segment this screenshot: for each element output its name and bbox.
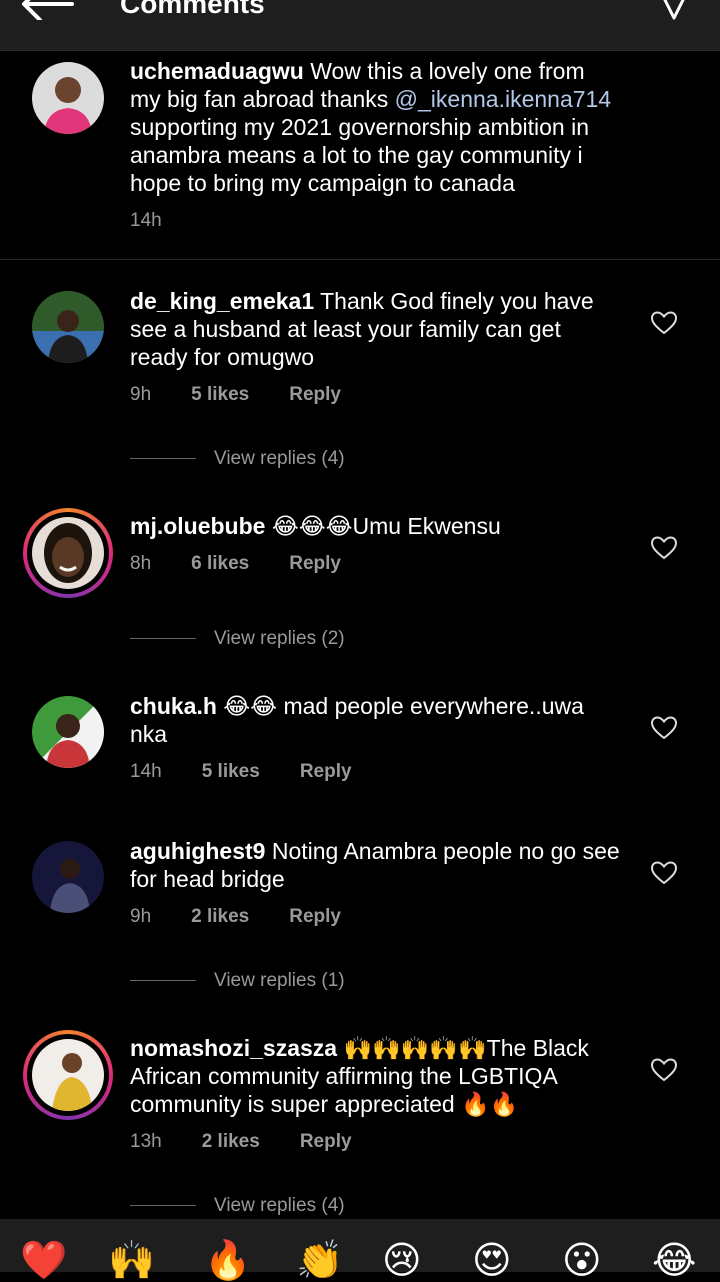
- comment-meta: 14h: [130, 210, 202, 232]
- caption-text: uchemaduagwu Wow this a lovely one from …: [130, 58, 612, 196]
- avatar[interactable]: [32, 841, 104, 913]
- divider: [0, 259, 720, 260]
- replies-line: [130, 458, 196, 460]
- comment-meta: 9h 2 likes Reply: [130, 906, 381, 928]
- replies-line: [130, 1205, 196, 1207]
- emoji-heart-button[interactable]: ❤️: [20, 1241, 67, 1281]
- heart-icon[interactable]: [651, 861, 677, 885]
- mention-link[interactable]: @_ikenna.ikenna714: [395, 86, 611, 112]
- emoji-bar: ❤️ 🙌 🔥 👏 😢 😍 😮 😂: [0, 1219, 720, 1281]
- heart-icon[interactable]: [651, 311, 677, 335]
- heart-icon[interactable]: [651, 1058, 677, 1082]
- heart-icon[interactable]: [651, 536, 677, 560]
- comment-username[interactable]: chuka.h: [130, 693, 217, 719]
- comment-text: de_king_emeka1 Thank God finely you have…: [130, 288, 594, 370]
- emoji-crying-button[interactable]: 😢: [382, 1241, 422, 1281]
- comment-text: aguhighest9 Noting Anambra people no go …: [130, 838, 620, 892]
- heart-icon[interactable]: [651, 716, 677, 740]
- page-title: Comments: [120, 0, 265, 19]
- comment-time: 9h: [130, 906, 152, 927]
- view-replies-button[interactable]: View replies (4): [130, 448, 345, 470]
- emoji-surprised-button[interactable]: 😮: [562, 1241, 602, 1281]
- comment-username[interactable]: de_king_emeka1: [130, 288, 314, 314]
- comment-time: 9h: [130, 384, 152, 405]
- avatar[interactable]: [32, 62, 104, 134]
- story-ring[interactable]: [23, 508, 113, 598]
- comment-username[interactable]: aguhighest9: [130, 838, 265, 864]
- reply-button[interactable]: Reply: [289, 553, 341, 574]
- emoji-fire-button[interactable]: 🔥: [204, 1241, 251, 1281]
- avatar[interactable]: [32, 696, 104, 768]
- comment-meta: 13h 2 likes Reply: [130, 1131, 392, 1153]
- likes-count[interactable]: 6 likes: [191, 553, 249, 574]
- replies-line: [130, 638, 196, 640]
- comment-time: 14h: [130, 761, 162, 782]
- likes-count[interactable]: 2 likes: [191, 906, 249, 927]
- send-icon[interactable]: [658, 0, 692, 27]
- emoji-laughing-button[interactable]: 😂: [652, 1241, 696, 1281]
- comment-time: 13h: [130, 1131, 162, 1152]
- replies-line: [130, 980, 196, 982]
- comment-text: mj.oluebube 😂😂😂Umu Ekwensu: [130, 513, 501, 539]
- emoji-clap-button[interactable]: 👏: [296, 1241, 343, 1281]
- comment-meta: 8h 6 likes Reply: [130, 553, 381, 575]
- likes-count[interactable]: 5 likes: [191, 384, 249, 405]
- comment-text: chuka.h 😂😂 mad people everywhere..uwa nk…: [130, 693, 584, 747]
- view-replies-button[interactable]: View replies (2): [130, 628, 345, 650]
- emoji-raised-hands-button[interactable]: 🙌: [108, 1241, 155, 1281]
- comment-username[interactable]: nomashozi_szasza: [130, 1035, 337, 1061]
- likes-count[interactable]: 2 likes: [202, 1131, 260, 1152]
- comment-username[interactable]: uchemaduagwu: [130, 58, 304, 84]
- comment-meta: 9h 5 likes Reply: [130, 384, 381, 406]
- reply-button[interactable]: Reply: [300, 761, 352, 782]
- avatar[interactable]: [32, 517, 104, 589]
- emoji-heart-eyes-button[interactable]: 😍: [472, 1241, 512, 1281]
- header-bar: Comments: [0, 0, 720, 51]
- avatar[interactable]: [32, 1039, 104, 1111]
- comment-meta: 14h 5 likes Reply: [130, 761, 392, 783]
- avatar[interactable]: [32, 291, 104, 363]
- comment-time: 8h: [130, 553, 152, 574]
- reply-button[interactable]: Reply: [289, 384, 341, 405]
- story-ring[interactable]: [23, 1030, 113, 1120]
- back-arrow-icon[interactable]: [22, 0, 74, 25]
- reply-button[interactable]: Reply: [289, 906, 341, 927]
- view-replies-button[interactable]: View replies (4): [130, 1195, 345, 1217]
- view-replies-button[interactable]: View replies (1): [130, 970, 345, 992]
- likes-count[interactable]: 5 likes: [202, 761, 260, 782]
- comment-time: 14h: [130, 210, 162, 231]
- comment-username[interactable]: mj.oluebube: [130, 513, 265, 539]
- comment-text: nomashozi_szasza 🙌🙌🙌🙌🙌The Black African …: [130, 1035, 589, 1117]
- reply-button[interactable]: Reply: [300, 1131, 352, 1152]
